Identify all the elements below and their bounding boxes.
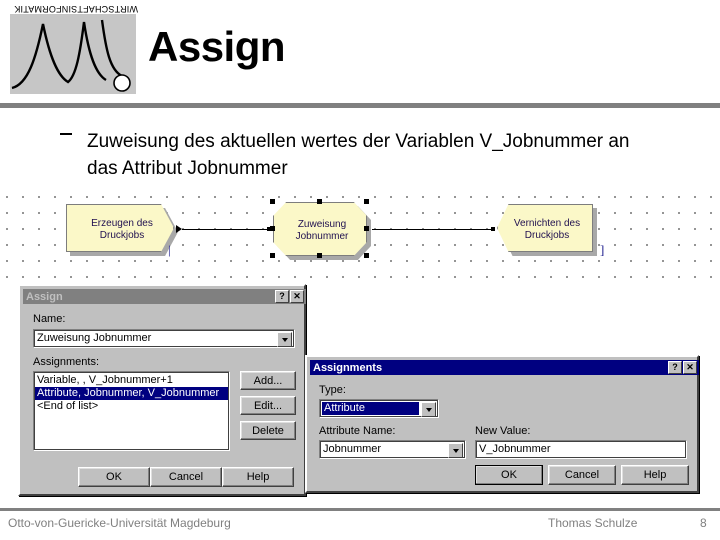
name-label: Name: — [33, 313, 66, 325]
page-title: Assign — [148, 23, 286, 70]
logo-caption-text: WIRTSCHAFTSINFORMATIK — [14, 4, 138, 14]
cancel-button[interactable]: Cancel — [548, 465, 616, 485]
assign-dialog[interactable]: Assign ? ✕ Name: Zuweisung Jobnummer Ass… — [18, 284, 306, 496]
list-item[interactable]: Variable, , V_Jobnummer+1 — [34, 374, 229, 387]
slide-footer: Otto-von-Guericke-Universität Magdeburg … — [0, 512, 720, 536]
help-button[interactable]: Help — [621, 465, 689, 485]
node-vernichten-des-druckjobs[interactable]: Vernichten des Druckjobs — [497, 204, 597, 256]
bullet-block: Zuweisung des aktuellen wertes der Varia… — [60, 128, 660, 182]
name-combobox-value: Zuweisung Jobnummer — [37, 332, 152, 344]
footer-divider — [0, 508, 720, 511]
selection-handle-nw[interactable] — [270, 199, 275, 204]
assignments-dialog-titlebar[interactable]: Assignments ? ✕ — [310, 360, 699, 375]
assignments-dialog-title: Assignments — [313, 361, 383, 374]
assign-dialog-title: Assign — [26, 290, 63, 303]
bullet-text: Zuweisung des aktuellen wertes der Varia… — [87, 131, 630, 179]
model-canvas[interactable]: Erzeugen des Druckjobs | Zuweisung Jobnu… — [0, 192, 720, 282]
list-item[interactable]: Attribute, Jobnummer, V_Jobnummer — [34, 387, 229, 400]
assignments-label: Assignments: — [33, 356, 100, 368]
help-titlebar-button[interactable]: ? — [668, 361, 682, 374]
node-zuweisung-jobnummer[interactable]: Zuweisung Jobnummer — [270, 199, 371, 260]
node-label: Zuweisung Jobnummer — [273, 202, 371, 260]
slide-header: WIRTSCHAFTSINFORMATIK Assign — [0, 0, 720, 108]
node-label-line2: Druckjobs — [99, 230, 145, 241]
help-titlebar-button[interactable]: ? — [275, 290, 289, 303]
delete-button[interactable]: Delete — [240, 421, 296, 440]
chevron-down-icon[interactable] — [448, 443, 463, 458]
close-icon[interactable]: ✕ — [290, 290, 304, 303]
attribute-name-combobox[interactable]: Jobnummer — [319, 440, 466, 459]
logo-curves-icon — [11, 19, 131, 92]
selection-handle-se[interactable] — [364, 253, 369, 258]
assignments-dialog[interactable]: Assignments ? ✕ Type: Attribute Attribut… — [305, 355, 699, 493]
ok-button[interactable]: OK — [475, 465, 543, 485]
list-item[interactable]: <End of list> — [34, 400, 229, 413]
close-icon[interactable]: ✕ — [683, 361, 697, 374]
assign-dialog-titlebar[interactable]: Assign ? ✕ — [23, 289, 306, 304]
assignments-listbox[interactable]: Variable, , V_Jobnummer+1 Attribute, Job… — [33, 371, 230, 451]
attribute-name-label: Attribute Name: — [319, 425, 396, 437]
footer-page-number: 8 — [700, 516, 707, 530]
footer-author: Thomas Schulze — [548, 516, 638, 530]
selection-handle-ne[interactable] — [364, 199, 369, 204]
selection-handle-e[interactable] — [364, 226, 369, 231]
type-combobox-value: Attribute — [322, 402, 419, 415]
node-label-line1: Zuweisung — [297, 219, 347, 230]
type-label: Type: — [319, 384, 346, 396]
node-label-line1: Erzeugen des — [91, 218, 153, 229]
name-combobox[interactable]: Zuweisung Jobnummer — [33, 329, 295, 348]
connector-create-to-assign — [182, 229, 268, 230]
university-logo: WIRTSCHAFTSINFORMATIK — [6, 0, 138, 98]
connector-assign-to-destroy — [372, 229, 492, 230]
header-divider — [0, 103, 720, 108]
brace-left: | — [168, 242, 171, 257]
brace-right: ] — [600, 242, 605, 257]
connector-endpoint-handle[interactable] — [491, 227, 495, 231]
node-label: Vernichten des Druckjobs — [497, 204, 597, 256]
add-button[interactable]: Add... — [240, 371, 296, 390]
attribute-name-value: Jobnummer — [323, 443, 382, 455]
cancel-button[interactable]: Cancel — [150, 467, 222, 487]
footer-institution: Otto-von-Guericke-Universität Magdeburg — [8, 516, 231, 530]
ok-button[interactable]: OK — [78, 467, 150, 487]
selection-handle-w[interactable] — [270, 226, 275, 231]
node-label-line1: Vernichten des — [513, 218, 581, 229]
selection-handle-n[interactable] — [317, 199, 322, 204]
node-erzeugen-des-druckjobs[interactable]: Erzeugen des Druckjobs — [66, 204, 178, 256]
new-value-label: New Value: — [475, 425, 531, 437]
node-label-line2: Jobnummer — [295, 231, 349, 242]
bullet-dash-marker — [60, 133, 72, 135]
new-value-input[interactable]: V_Jobnummer — [475, 440, 687, 459]
node-label-line2: Druckjobs — [524, 230, 570, 241]
logo-graphic — [10, 14, 136, 94]
type-combobox[interactable]: Attribute — [319, 399, 439, 418]
node-label: Erzeugen des Druckjobs — [66, 204, 178, 256]
selection-handle-s[interactable] — [317, 253, 322, 258]
edit-button[interactable]: Edit... — [240, 396, 296, 415]
chevron-down-icon[interactable] — [421, 402, 436, 417]
help-button[interactable]: Help — [222, 467, 294, 487]
selection-handle-sw[interactable] — [270, 253, 275, 258]
new-value-text: V_Jobnummer — [479, 443, 551, 455]
chevron-down-icon[interactable] — [277, 332, 292, 347]
